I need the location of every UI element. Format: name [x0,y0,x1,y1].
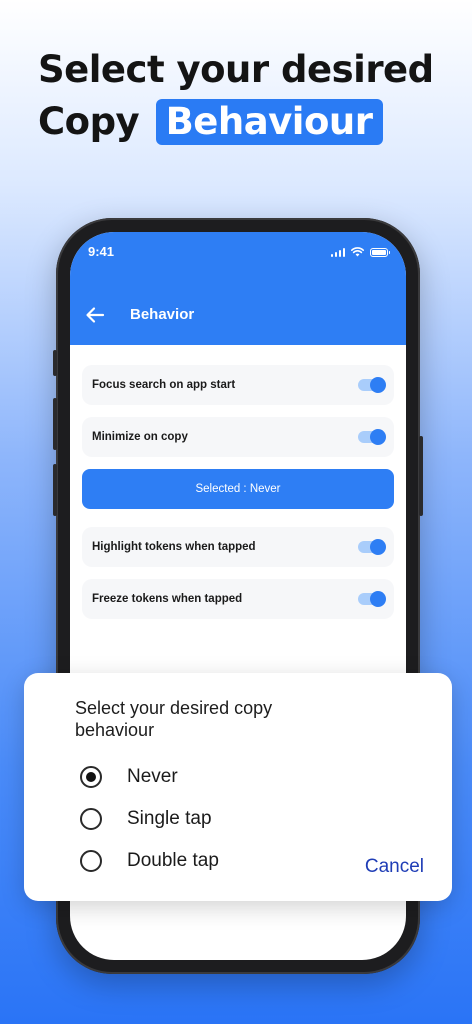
option-single-tap[interactable]: Single tap [80,805,212,833]
headline-copy-word: Copy [38,100,140,143]
setting-row-freeze-tokens: Freeze tokens when tapped [82,579,394,619]
focus-search-toggle[interactable] [358,376,386,393]
headline-line-1: Select your desired [38,48,434,91]
status-icons [330,247,390,257]
setting-label: Focus search on app start [92,379,236,391]
settings-list: Focus search on app start Minimize on co… [70,345,406,619]
radio-selected-icon[interactable] [80,766,102,788]
mute-switch [53,350,57,376]
freeze-tokens-toggle[interactable] [358,590,386,607]
power-button [419,436,423,516]
back-arrow-icon[interactable] [84,304,106,326]
setting-row-minimize-on-copy: Minimize on copy [82,417,394,457]
headline-line-2: Copy Behaviour [38,96,434,148]
setting-label: Minimize on copy [92,431,188,443]
option-label: Never [127,766,178,787]
volume-down-button [53,464,57,516]
setting-label: Freeze tokens when tapped [92,593,243,605]
minimize-on-copy-toggle[interactable] [358,428,386,445]
status-time: 9:41 [88,244,115,259]
app-bar: 9:41 Behavior [70,232,406,345]
option-label: Double tap [127,850,219,871]
app-bar-title: Behavior [130,306,195,323]
cancel-button[interactable]: Cancel [365,856,424,878]
setting-row-highlight-tokens: Highlight tokens when tapped [82,527,394,567]
radio-unselected-icon[interactable] [80,850,102,872]
option-double-tap[interactable]: Double tap [80,847,219,875]
copy-behaviour-dialog: Select your desired copy behaviour Never… [24,673,452,901]
radio-unselected-icon[interactable] [80,808,102,830]
headline-highlight: Behaviour [155,99,383,145]
option-label: Single tap [127,808,212,829]
battery-icon [370,247,390,257]
wifi-icon [351,247,364,257]
copy-behaviour-selector-button[interactable]: Selected : Never [82,469,394,509]
cellular-signal-icon [330,247,345,257]
setting-label: Highlight tokens when tapped [92,541,256,553]
option-never[interactable]: Never [80,763,178,791]
volume-up-button [53,398,57,450]
dialog-title: Select your desired copy behaviour [75,698,273,740]
headline: Select your desired Copy Behaviour [38,44,434,148]
highlight-tokens-toggle[interactable] [358,538,386,555]
setting-row-focus-search: Focus search on app start [82,365,394,405]
